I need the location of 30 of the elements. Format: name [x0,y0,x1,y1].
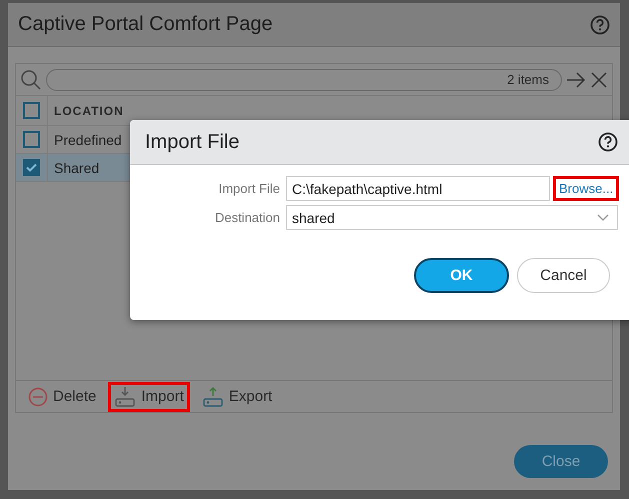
browse-link[interactable]: Browse... [553,176,620,201]
dialog-title: Import File [145,130,240,154]
ok-button[interactable]: OK [414,258,509,293]
checkbox[interactable] [23,131,40,148]
search-icon[interactable] [20,68,42,90]
field-label: Import File [218,181,280,196]
import-button[interactable]: Import [108,382,190,412]
checkbox[interactable] [23,102,40,119]
upload-drive-icon [202,386,224,408]
arrow-right-icon[interactable] [566,70,586,88]
column-header: LOCATION [53,102,125,120]
close-button[interactable]: Close [514,445,608,478]
field-label: Destination [214,210,280,225]
chevron-down-icon [597,214,609,221]
close-icon[interactable] [590,70,608,88]
delete-button[interactable]: Delete [22,382,102,410]
checkmark-icon [26,163,37,172]
table-cell-text: Shared [53,158,100,178]
download-drive-icon [114,386,136,408]
item-count: 2 items [507,72,549,87]
window-title: Captive Portal Comfort Page [18,13,273,36]
checkbox[interactable] [23,159,40,176]
export-button[interactable]: Export [196,382,278,412]
search-field[interactable]: 2 items [46,68,562,90]
destination-select[interactable]: shared [286,205,618,230]
minus-circle-icon [28,386,48,406]
table-cell-text: Predefined [53,130,123,150]
file-path-field[interactable]: C:\fakepath\captive.html [286,176,550,201]
help-icon[interactable] [598,132,618,152]
cancel-button[interactable]: Cancel [517,258,610,293]
